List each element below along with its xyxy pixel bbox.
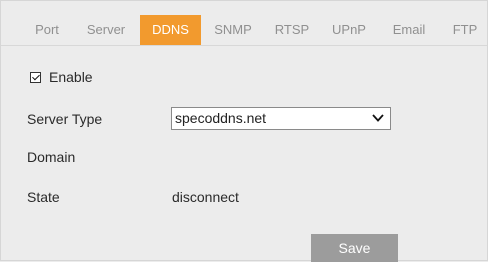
settings-tab-bar: Port Server DDNS SNMP RTSP UPnP Email FT… (1, 1, 487, 46)
chevron-down-icon (372, 114, 384, 122)
state-value: disconnect (172, 189, 239, 205)
tab-snmp[interactable]: SNMP (207, 15, 259, 45)
server-type-select[interactable]: specoddns.net (171, 107, 391, 130)
tab-port[interactable]: Port (25, 15, 69, 45)
server-type-label: Server Type (27, 111, 103, 127)
enable-checkbox[interactable] (30, 71, 41, 83)
server-type-value: specoddns.net (175, 110, 267, 126)
ddns-settings-panel: Port Server DDNS SNMP RTSP UPnP Email FT… (0, 0, 488, 262)
enable-row: Enable (27, 69, 93, 85)
tab-ftp[interactable]: FTP (445, 15, 485, 45)
save-button[interactable]: Save (311, 234, 398, 262)
tab-rtsp[interactable]: RTSP (269, 15, 315, 45)
domain-label: Domain (27, 149, 76, 165)
tab-server[interactable]: Server (79, 15, 133, 45)
tab-upnp[interactable]: UPnP (326, 15, 372, 45)
tab-email[interactable]: Email (386, 15, 432, 45)
tab-ddns[interactable]: DDNS (140, 15, 201, 45)
state-label: State (27, 189, 60, 205)
enable-label: Enable (49, 69, 93, 85)
